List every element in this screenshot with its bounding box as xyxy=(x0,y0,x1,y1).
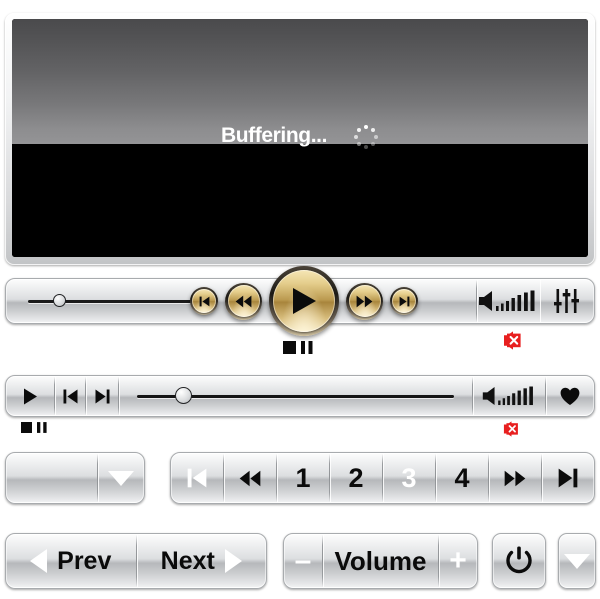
triangle-left-icon xyxy=(30,549,48,573)
spinner-dot xyxy=(371,142,376,147)
fast-forward-button[interactable] xyxy=(346,282,383,320)
play-button-secondary[interactable] xyxy=(6,376,54,416)
volume-down-button[interactable]: – xyxy=(284,534,322,588)
pager-page-4[interactable]: 4 xyxy=(436,453,488,503)
dropdown-select-arrow[interactable] xyxy=(98,453,144,503)
volume-muted-icon[interactable] xyxy=(503,421,520,437)
seek-zone-secondary xyxy=(119,376,472,416)
heart-icon xyxy=(560,387,580,405)
main-stop-pause-group xyxy=(283,341,313,354)
spinner-dot xyxy=(356,127,361,132)
pause-icon[interactable] xyxy=(301,341,313,354)
play-icon xyxy=(293,288,316,314)
volume-up-button[interactable]: + xyxy=(439,534,477,588)
pager-last-button[interactable] xyxy=(542,453,594,503)
volume-control-bar: – Volume + xyxy=(283,533,478,589)
next-button-secondary[interactable] xyxy=(86,376,118,416)
video-screen-frame: Buffering... xyxy=(5,13,595,265)
triangle-right-icon xyxy=(224,549,242,573)
volume-zone[interactable] xyxy=(477,279,539,323)
spinner-dot xyxy=(364,145,369,149)
secondary-transport-bar xyxy=(5,375,595,417)
equalizer-sliders-icon[interactable] xyxy=(553,289,580,313)
stop-icon[interactable] xyxy=(21,422,32,433)
fast-forward-icon xyxy=(504,470,526,486)
transport-buttons xyxy=(190,266,418,336)
prev-button[interactable]: Prev xyxy=(6,534,136,588)
volume-bars-icon[interactable] xyxy=(477,290,539,312)
pager-page-2[interactable]: 2 xyxy=(330,453,382,503)
pager-page-1[interactable]: 1 xyxy=(277,453,329,503)
equalizer-zone[interactable] xyxy=(539,279,594,323)
loading-spinner-icon xyxy=(353,124,379,150)
spinner-dot xyxy=(371,127,376,132)
rewind-icon xyxy=(235,295,252,307)
stop-icon[interactable] xyxy=(283,341,296,354)
power-button[interactable] xyxy=(492,533,546,589)
pager-next-button[interactable] xyxy=(489,453,541,503)
pause-icon[interactable] xyxy=(37,422,47,433)
pager-first-button[interactable] xyxy=(171,453,223,503)
skip-to-end-icon xyxy=(95,389,109,403)
pager-prev-button[interactable] xyxy=(224,453,276,503)
spinner-dot xyxy=(356,142,361,147)
skip-to-end-button[interactable] xyxy=(390,287,418,315)
seek-slider-secondary[interactable] xyxy=(137,387,454,405)
skip-to-end-icon xyxy=(399,296,409,306)
fast-forward-icon xyxy=(356,295,373,307)
favorite-button[interactable] xyxy=(546,376,594,416)
buffering-status-text: Buffering... xyxy=(220,124,328,147)
pager-page-3[interactable]: 3 xyxy=(383,453,435,503)
dropdown-button[interactable] xyxy=(558,533,596,589)
play-button[interactable] xyxy=(269,266,339,336)
buffering-overlay: Buffering... xyxy=(12,19,588,257)
skip-to-end-icon xyxy=(558,468,578,488)
rewind-icon xyxy=(239,470,261,486)
power-icon xyxy=(506,546,532,574)
skip-to-start-button[interactable] xyxy=(190,287,218,315)
next-button-label: Next xyxy=(160,546,215,575)
next-button[interactable]: Next xyxy=(137,534,267,588)
mute-badge-secondary[interactable] xyxy=(503,421,520,437)
rewind-button[interactable] xyxy=(225,282,262,320)
volume-label: Volume xyxy=(334,545,427,576)
triangle-down-icon xyxy=(564,553,590,569)
volume-bars-icon[interactable] xyxy=(481,386,537,406)
dropdown-select[interactable] xyxy=(5,452,145,504)
mute-badge-main[interactable] xyxy=(503,331,523,350)
volume-zone-secondary[interactable] xyxy=(473,376,545,416)
video-screen[interactable]: Buffering... xyxy=(12,19,588,257)
dropdown-select-value[interactable] xyxy=(6,453,97,503)
seek-handle[interactable] xyxy=(175,387,193,404)
skip-to-start-icon xyxy=(63,389,77,403)
skip-to-start-icon xyxy=(199,296,209,306)
spinner-dot xyxy=(354,135,359,139)
prev-next-bar: Prev Next xyxy=(5,533,267,589)
media-player-skin: Buffering... 1 2 3 4 Prev Next – Volume … xyxy=(0,0,600,599)
secondary-stop-pause-group xyxy=(21,422,47,433)
volume-muted-icon[interactable] xyxy=(503,331,523,350)
spinner-dot xyxy=(364,125,369,129)
previous-button-secondary[interactable] xyxy=(55,376,85,416)
pagination-bar: 1 2 3 4 xyxy=(170,452,595,504)
play-icon xyxy=(23,388,37,404)
seek-handle[interactable] xyxy=(52,294,66,307)
prev-button-label: Prev xyxy=(57,546,112,575)
spinner-dot xyxy=(374,135,379,139)
skip-to-start-icon xyxy=(187,468,207,488)
chevron-down-icon xyxy=(108,470,134,486)
